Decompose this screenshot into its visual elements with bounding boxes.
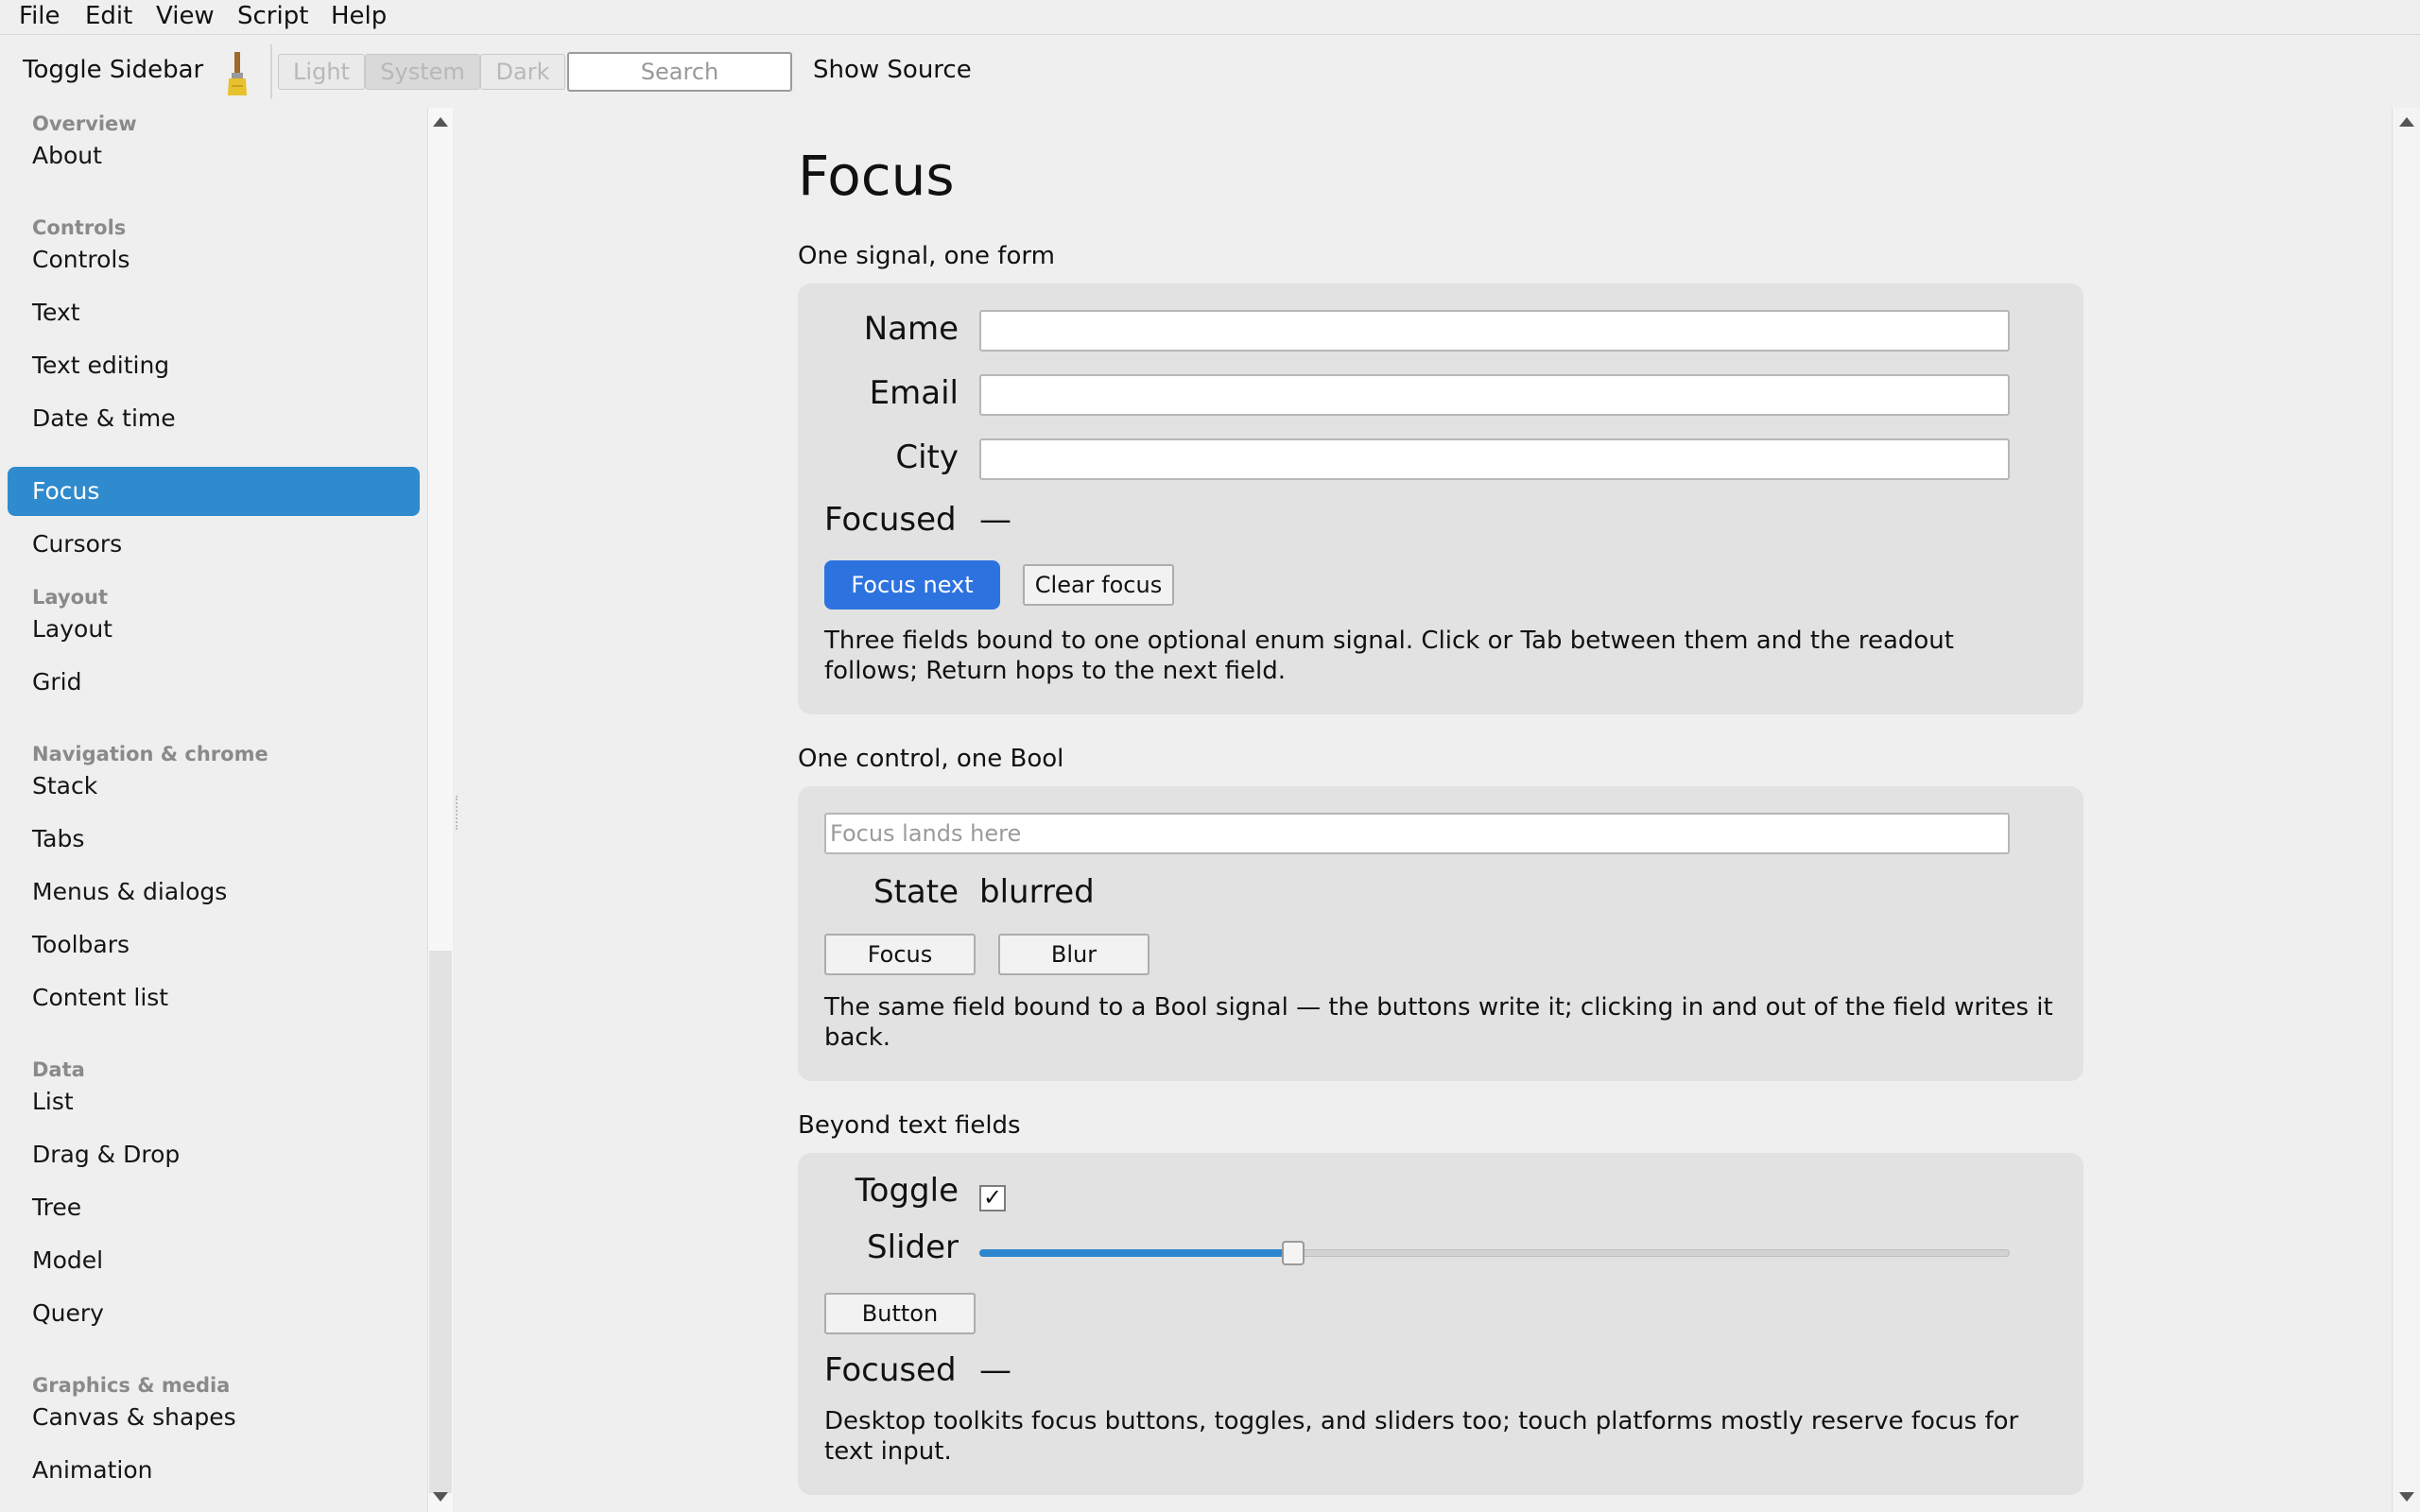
name-field[interactable] <box>979 310 2010 352</box>
toggle-sidebar-button[interactable]: Toggle Sidebar <box>23 56 203 84</box>
sidebar-item-menus-dialogs[interactable]: Menus & dialogs <box>8 868 420 917</box>
section-title-beyond: Beyond text fields <box>798 1111 1021 1140</box>
email-label: Email <box>869 374 959 412</box>
section-title-bool: One control, one Bool <box>798 745 1064 773</box>
email-field[interactable] <box>979 374 2010 416</box>
name-label: Name <box>863 310 959 348</box>
sidebar-item-content-list[interactable]: Content list <box>8 973 420 1022</box>
checkmark-icon: ✓ <box>982 1184 1003 1211</box>
sidebar-item-animation[interactable]: Animation <box>8 1446 420 1495</box>
sidebar-item-stack[interactable]: Stack <box>8 762 420 811</box>
sidebar: Overview About Controls Controls Text Te… <box>0 108 427 1512</box>
bool-card: Focus lands here State blurred Focus Blu… <box>798 786 2083 1081</box>
theme-light-button[interactable]: Light <box>278 54 365 90</box>
menu-file[interactable]: File <box>19 0 60 34</box>
sidebar-scrollbar-thumb[interactable] <box>429 951 452 1493</box>
toggle-checkbox[interactable]: ✓ <box>979 1185 1006 1211</box>
sidebar-item-list[interactable]: List <box>8 1077 420 1126</box>
beyond-focused-label: Focused <box>824 1351 957 1389</box>
state-label: State <box>873 873 959 911</box>
scroll-down-arrow-icon[interactable] <box>433 1492 448 1502</box>
focus-button[interactable]: Focus <box>824 934 976 975</box>
sidebar-item-date-time[interactable]: Date & time <box>8 394 420 443</box>
sidebar-item-toolbars[interactable]: Toolbars <box>8 920 420 970</box>
sidebar-item-model[interactable]: Model <box>8 1236 420 1285</box>
sidebar-item-focus[interactable]: Focus <box>8 467 420 516</box>
search-input[interactable]: Search <box>567 52 792 92</box>
form-card: Name Email City Focused — Focus next Cle… <box>798 284 2083 714</box>
theme-dark-button[interactable]: Dark <box>480 54 565 90</box>
toolbar-separator <box>270 44 272 99</box>
sidebar-item-cursors[interactable]: Cursors <box>8 520 420 569</box>
menu-script[interactable]: Script <box>237 0 308 34</box>
bool-description: The same field bound to a Bool signal — … <box>824 993 2053 1052</box>
beyond-description: Desktop toolkits focus buttons, toggles,… <box>824 1407 2019 1466</box>
sidebar-item-text[interactable]: Text <box>8 288 420 337</box>
toolbar: Toggle Sidebar Light System Dark Search … <box>0 35 2420 108</box>
sidebar-item-drag-drop[interactable]: Drag & Drop <box>8 1130 420 1179</box>
sidebar-item-about[interactable]: About <box>8 131 420 180</box>
main-scroll-down-arrow-icon[interactable] <box>2399 1492 2414 1502</box>
slider-label: Slider <box>867 1228 959 1266</box>
sidebar-item-tree[interactable]: Tree <box>8 1183 420 1232</box>
beyond-card: Toggle ✓ Slider Button Focused — Desktop… <box>798 1153 2083 1495</box>
sidebar-item-text-editing[interactable]: Text editing <box>8 341 420 390</box>
sidebar-item-query[interactable]: Query <box>8 1289 420 1338</box>
sidebar-scrollbar[interactable] <box>427 108 453 1512</box>
paintbrush-icon[interactable] <box>223 50 251 97</box>
focused-value: — <box>979 501 1011 539</box>
scroll-up-arrow-icon[interactable] <box>433 117 448 127</box>
focus-next-button[interactable]: Focus next <box>824 560 1000 610</box>
sidebar-item-canvas-shapes[interactable]: Canvas & shapes <box>8 1393 420 1442</box>
sidebar-item-layout[interactable]: Layout <box>8 605 420 654</box>
sidebar-splitter-handle[interactable] <box>456 796 461 830</box>
main-scroll-up-arrow-icon[interactable] <box>2399 117 2414 127</box>
section-title-form: One signal, one form <box>798 242 1055 270</box>
focused-label: Focused <box>824 501 957 539</box>
show-source-button[interactable]: Show Source <box>813 56 972 84</box>
sidebar-item-tabs[interactable]: Tabs <box>8 815 420 864</box>
menubar: File Edit View Script Help <box>0 0 2420 35</box>
slider-fill <box>979 1249 1293 1257</box>
button-button[interactable]: Button <box>824 1293 976 1334</box>
city-label: City <box>895 438 959 476</box>
sidebar-item-controls[interactable]: Controls <box>8 235 420 284</box>
theme-system-button[interactable]: System <box>365 54 480 90</box>
toggle-label: Toggle <box>855 1172 959 1210</box>
beyond-focused-value: — <box>979 1351 1011 1389</box>
focus-lands-field[interactable]: Focus lands here <box>824 813 2010 854</box>
slider-knob[interactable] <box>1282 1241 1305 1265</box>
main-scrollbar[interactable] <box>2392 108 2420 1512</box>
state-value: blurred <box>979 873 1095 911</box>
menu-help[interactable]: Help <box>331 0 387 34</box>
menu-edit[interactable]: Edit <box>85 0 132 34</box>
page-title: Focus <box>798 144 955 208</box>
sidebar-item-grid[interactable]: Grid <box>8 658 420 707</box>
menu-view[interactable]: View <box>156 0 215 34</box>
clear-focus-button[interactable]: Clear focus <box>1023 564 1174 606</box>
city-field[interactable] <box>979 438 2010 480</box>
blur-button[interactable]: Blur <box>998 934 1150 975</box>
form-description: Three fields bound to one optional enum … <box>824 627 1954 685</box>
